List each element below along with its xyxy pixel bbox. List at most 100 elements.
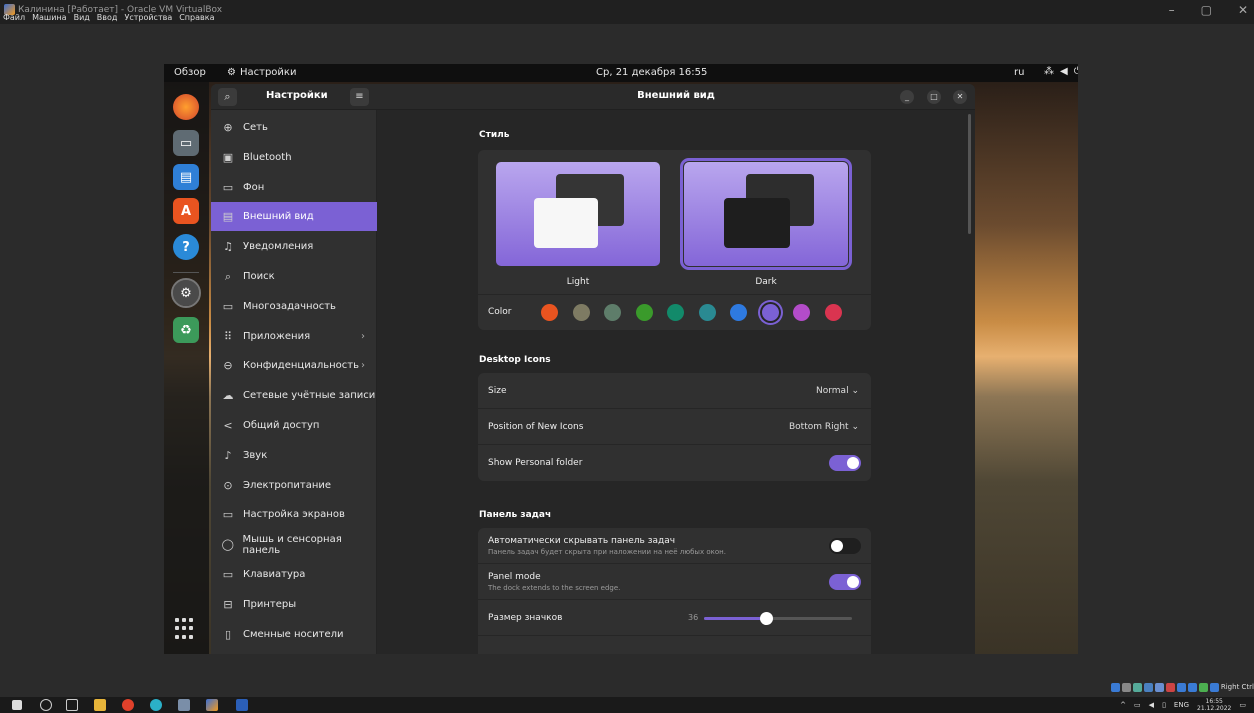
menu-help[interactable]: Справка bbox=[179, 13, 214, 22]
printer-icon: ⊟ bbox=[223, 597, 233, 611]
software-icon[interactable]: A bbox=[173, 198, 199, 224]
sidebar-item[interactable]: ⌕ Поиск bbox=[211, 262, 377, 291]
app-icon[interactable] bbox=[178, 699, 190, 711]
cpu-icon[interactable] bbox=[1198, 682, 1208, 692]
accent-color-swatch[interactable] bbox=[824, 304, 842, 321]
edge-icon[interactable] bbox=[150, 699, 162, 711]
accent-color-swatch[interactable] bbox=[635, 304, 653, 321]
language-indicator[interactable]: ENG bbox=[1174, 701, 1189, 709]
sidebar-item[interactable]: ♪ Звук bbox=[211, 441, 377, 470]
accent-color-swatch[interactable] bbox=[667, 304, 684, 321]
maximize-icon[interactable]: ▢ bbox=[1201, 3, 1212, 17]
minimize-icon[interactable]: – bbox=[1169, 3, 1175, 17]
accent-color-swatch[interactable] bbox=[604, 304, 621, 321]
word-icon[interactable] bbox=[236, 699, 248, 711]
settings-icon[interactable]: ⚙ bbox=[171, 278, 201, 308]
sidebar-item[interactable]: ▭ Фон bbox=[211, 173, 377, 202]
accent-color-swatch[interactable] bbox=[572, 304, 590, 321]
menu-devices[interactable]: Устройства bbox=[124, 13, 172, 22]
audio-icon[interactable] bbox=[1132, 682, 1142, 692]
shared-folder-icon[interactable] bbox=[1165, 682, 1175, 692]
network-adapter-icon[interactable] bbox=[1143, 682, 1153, 692]
personal-folder-toggle[interactable] bbox=[829, 455, 861, 471]
sidebar-item[interactable]: ▤ Внешний вид bbox=[211, 202, 377, 232]
system-menu[interactable]: ⁂ ◀ ⏻ bbox=[1044, 66, 1078, 77]
autohide-toggle[interactable] bbox=[829, 538, 861, 554]
trash-icon[interactable]: ♻ bbox=[173, 317, 199, 343]
sidebar-item[interactable]: ▣ Bluetooth bbox=[211, 143, 377, 172]
activities-button[interactable]: Обзор bbox=[174, 67, 206, 78]
firefox-icon[interactable] bbox=[173, 94, 199, 120]
menu-file[interactable]: Файл bbox=[3, 13, 25, 22]
hamburger-menu-icon[interactable]: ≡ bbox=[350, 88, 369, 106]
menu-input[interactable]: Ввод bbox=[97, 13, 118, 22]
app-menu-label: Настройки bbox=[239, 67, 297, 78]
hdd-icon[interactable] bbox=[1110, 682, 1120, 692]
search-button[interactable]: ⌕ bbox=[218, 88, 237, 106]
sidebar-item-label: Клавиатура bbox=[243, 569, 306, 580]
windows-start-icon[interactable] bbox=[12, 700, 22, 710]
sidebar-item[interactable]: ☁ Сетевые учётные записи bbox=[211, 381, 377, 410]
accent-color-swatch[interactable] bbox=[730, 304, 747, 321]
close-icon[interactable]: ✕ bbox=[1238, 3, 1248, 17]
file-explorer-icon[interactable] bbox=[94, 699, 106, 711]
sidebar-item[interactable]: ⊙ Электропитание bbox=[211, 471, 377, 500]
help-icon[interactable]: ? bbox=[173, 234, 199, 260]
position-dropdown[interactable]: Bottom Right ⌄ bbox=[789, 422, 859, 432]
sidebar-item[interactable]: ▭ Клавиатура bbox=[211, 560, 377, 589]
slider-handle[interactable] bbox=[760, 612, 773, 625]
accent-color-swatch[interactable] bbox=[761, 304, 779, 321]
personal-folder-row: Show Personal folder bbox=[478, 445, 871, 481]
chrome-icon[interactable] bbox=[122, 699, 134, 711]
clock[interactable]: Ср, 21 декабря 16:55 bbox=[596, 67, 707, 78]
optical-icon[interactable] bbox=[1121, 682, 1131, 692]
sidebar-item[interactable]: ⊕ Сеть bbox=[211, 113, 377, 142]
sidebar-item[interactable]: ⠿ Приложения › bbox=[211, 322, 377, 351]
mouse-integration-icon[interactable] bbox=[1209, 682, 1219, 692]
minimize-window-icon[interactable]: _ bbox=[900, 90, 914, 104]
chevron-up-icon[interactable]: ^ bbox=[1120, 701, 1126, 709]
notifications-icon[interactable]: ▭ bbox=[1239, 701, 1246, 709]
sidebar-item[interactable]: ▭ Настройка экранов bbox=[211, 500, 377, 529]
maximize-window-icon[interactable]: □ bbox=[927, 90, 941, 104]
dark-style-option[interactable] bbox=[680, 158, 852, 270]
icon-size-dropdown[interactable]: Normal ⌄ bbox=[816, 386, 859, 396]
sidebar-item[interactable]: ⊟ Принтеры bbox=[211, 590, 377, 619]
icon-size-row[interactable]: Size Normal ⌄ bbox=[478, 373, 871, 409]
sidebar-item[interactable]: ▭ Многозадачность bbox=[211, 292, 377, 321]
input-language[interactable]: ru bbox=[1014, 67, 1024, 78]
icon-size-slider-value: 36 bbox=[688, 613, 699, 622]
app-menu[interactable]: ⚙ Настройки bbox=[227, 67, 296, 78]
usb-icon[interactable] bbox=[1154, 682, 1164, 692]
chevron-right-icon: › bbox=[361, 330, 365, 342]
recording-icon[interactable] bbox=[1187, 682, 1197, 692]
menu-view[interactable]: Вид bbox=[74, 13, 90, 22]
icon-size-slider[interactable] bbox=[704, 612, 852, 625]
menu-machine[interactable]: Машина bbox=[32, 13, 66, 22]
battery-icon[interactable]: ▯ bbox=[1162, 701, 1166, 709]
panel-mode-toggle[interactable] bbox=[829, 574, 861, 590]
taskbar-clock[interactable]: 16:55 21.12.2022 bbox=[1197, 698, 1231, 712]
content-scrollbar[interactable] bbox=[968, 114, 971, 234]
volume-tray-icon[interactable]: ◀ bbox=[1149, 701, 1154, 709]
virtualbox-taskbar-icon[interactable] bbox=[206, 699, 218, 711]
sidebar-item[interactable]: ⊖ Конфиденциальность › bbox=[211, 351, 377, 380]
sidebar-item[interactable]: ♫ Уведомления bbox=[211, 232, 377, 261]
accent-color-swatch[interactable] bbox=[698, 304, 716, 321]
task-view-icon[interactable] bbox=[66, 699, 78, 711]
show-apps-icon[interactable] bbox=[175, 618, 197, 640]
accent-color-swatch[interactable] bbox=[541, 304, 558, 321]
network-tray-icon[interactable]: ▭ bbox=[1134, 701, 1141, 709]
search-icon[interactable] bbox=[40, 699, 52, 711]
close-window-icon[interactable]: ✕ bbox=[953, 90, 967, 104]
sidebar-item[interactable]: ◯ Мышь и сенсорная панель bbox=[211, 530, 377, 559]
display-status-icon[interactable] bbox=[1176, 682, 1186, 692]
sidebar-item[interactable]: < Общий доступ bbox=[211, 411, 377, 440]
writer-icon[interactable]: ▤ bbox=[173, 164, 199, 190]
sidebar-item[interactable]: ▯ Сменные носители bbox=[211, 620, 377, 649]
sidebar-item-label: Общий доступ bbox=[243, 420, 320, 431]
accent-color-swatch[interactable] bbox=[793, 304, 810, 321]
files-icon[interactable]: ▭ bbox=[173, 130, 199, 156]
light-style-option[interactable] bbox=[496, 162, 660, 266]
new-icons-position-row[interactable]: Position of New Icons Bottom Right ⌄ bbox=[478, 409, 871, 445]
